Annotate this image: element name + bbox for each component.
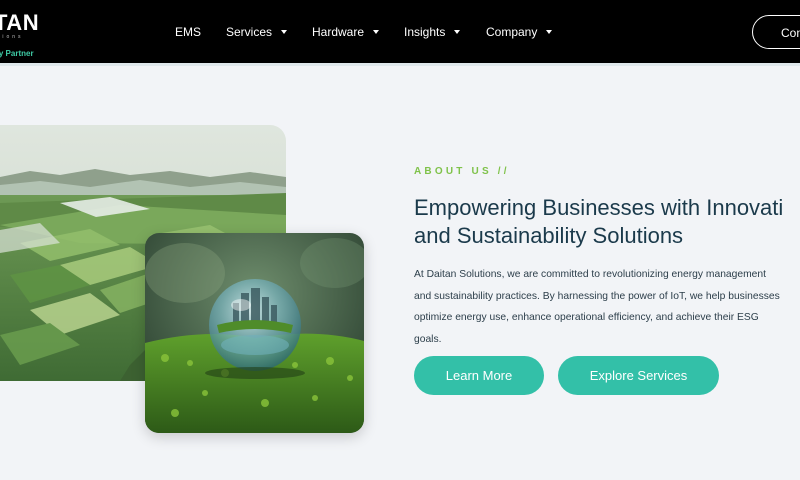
nav-services[interactable]: Services — [226, 25, 288, 39]
learn-more-button[interactable]: Learn More — [414, 356, 544, 395]
logo-wordmark: TAN — [0, 10, 40, 35]
site-header: TAN tions ity Partner EMS Services Hardw… — [0, 0, 800, 66]
explore-services-button[interactable]: Explore Services — [558, 356, 719, 395]
hero-description: At Daitan Solutions, we are committed to… — [414, 264, 800, 350]
section-eyebrow: ABOUT US // — [414, 166, 510, 177]
nav-insights-label: Insights — [404, 25, 446, 39]
hero-description-line: and sustainability practices. By harness… — [414, 290, 780, 302]
chevron-down-icon — [373, 29, 380, 34]
contact-button[interactable]: Con — [752, 15, 800, 49]
hero-headline-line-2: and Sustainability Solutions — [414, 223, 684, 248]
nav-insights[interactable]: Insights — [404, 25, 461, 39]
hero-description-line: At Daitan Solutions, we are committed to… — [414, 269, 766, 280]
nav-ems[interactable]: EMS — [175, 25, 201, 39]
nav-hardware[interactable]: Hardware — [312, 25, 380, 39]
nav-services-label: Services — [226, 25, 273, 39]
hero-headline-line-1: Empowering Businesses with Innovati — [414, 195, 784, 220]
chevron-down-icon — [281, 29, 288, 34]
chevron-down-icon — [454, 29, 461, 34]
logo-subtitle: tions — [0, 34, 24, 40]
logo[interactable]: TAN tions ity Partner — [0, 10, 54, 60]
contact-button-label: Con — [781, 26, 800, 40]
glass-globe-image — [145, 233, 364, 433]
hero-description-line: optimize energy use, enhance operational… — [414, 312, 759, 323]
nav-company[interactable]: Company — [486, 25, 553, 39]
hero-headline: Empowering Businesses with Innovati and … — [414, 194, 800, 256]
nav-company-label: Company — [486, 25, 538, 39]
nav-hardware-label: Hardware — [312, 25, 365, 39]
nav-ems-label: EMS — [175, 25, 202, 39]
chevron-down-icon — [546, 29, 553, 34]
hero-description-line: goals. — [414, 333, 442, 345]
logo-tagline: ity Partner — [0, 49, 34, 58]
